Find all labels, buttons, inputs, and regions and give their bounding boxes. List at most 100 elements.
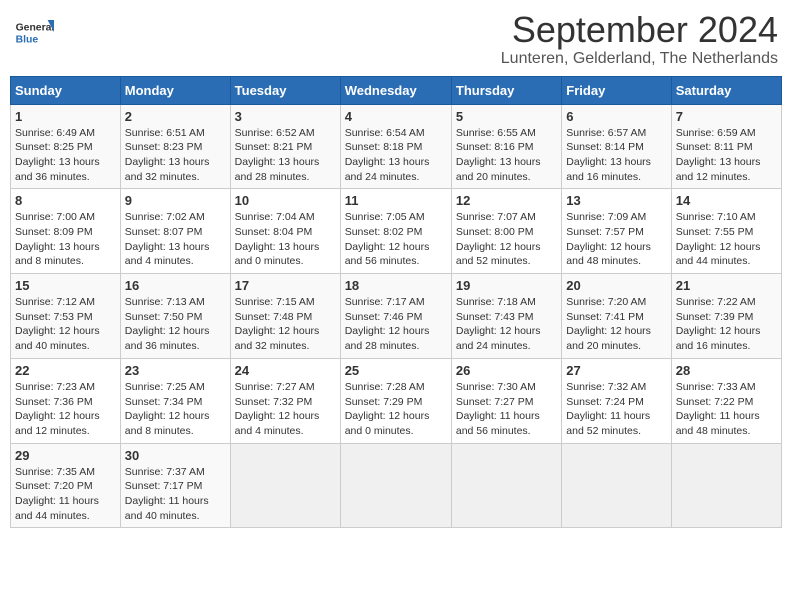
- table-row: 28Sunrise: 7:33 AM Sunset: 7:22 PM Dayli…: [671, 358, 781, 443]
- table-row: 27 Sunrise: 7:32 AM Sunset: 7:24 PM Dayli…: [562, 358, 671, 443]
- day-info: Sunrise: 7:10 AM Sunset: 7:55 PM Dayligh…: [676, 210, 777, 269]
- table-row: 25Sunrise: 7:28 AM Sunset: 7:29 PM Dayli…: [340, 358, 451, 443]
- day-info: Sunrise: 7:02 AM Sunset: 8:07 PM Dayligh…: [125, 210, 226, 269]
- calendar-table: SundayMondayTuesdayWednesdayThursdayFrid…: [10, 76, 782, 529]
- day-info: Sunrise: 7:35 AM Sunset: 7:20 PM Dayligh…: [15, 465, 116, 524]
- day-info: Sunrise: 6:54 AM Sunset: 8:18 PM Dayligh…: [345, 126, 447, 185]
- page-header: General Blue September 2024 Lunteren, Ge…: [10, 10, 782, 68]
- col-header-sunday: Sunday: [11, 76, 121, 104]
- day-number: 21: [676, 278, 777, 293]
- day-number: 13: [566, 193, 666, 208]
- table-row: 29 Sunrise: 7:35 AM Sunset: 7:20 PM Dayli…: [11, 443, 121, 528]
- day-number: 30: [125, 448, 226, 463]
- day-number: 27: [566, 363, 666, 378]
- table-row: [451, 443, 561, 528]
- day-number: 14: [676, 193, 777, 208]
- table-row: [340, 443, 451, 528]
- day-number: 19: [456, 278, 557, 293]
- day-info: Sunrise: 7:15 AM Sunset: 7:48 PM Dayligh…: [235, 295, 336, 354]
- table-row: 20 Sunrise: 7:20 AM Sunset: 7:41 PM Dayli…: [562, 274, 671, 359]
- day-number: 7: [676, 109, 777, 124]
- day-info: Sunrise: 7:07 AM Sunset: 8:00 PM Dayligh…: [456, 210, 557, 269]
- day-info: Sunrise: 7:13 AM Sunset: 7:50 PM Dayligh…: [125, 295, 226, 354]
- table-row: 9 Sunrise: 7:02 AM Sunset: 8:07 PM Daylig…: [120, 189, 230, 274]
- month-title: September 2024: [501, 10, 778, 50]
- day-number: 20: [566, 278, 666, 293]
- table-row: 18Sunrise: 7:17 AM Sunset: 7:46 PM Dayli…: [340, 274, 451, 359]
- day-info: Sunrise: 6:55 AM Sunset: 8:16 PM Dayligh…: [456, 126, 557, 185]
- table-row: 21 Sunrise: 7:22 AM Sunset: 7:39 PM Dayli…: [671, 274, 781, 359]
- table-row: 22 Sunrise: 7:23 AM Sunset: 7:36 PM Dayli…: [11, 358, 121, 443]
- day-info: Sunrise: 7:22 AM Sunset: 7:39 PM Dayligh…: [676, 295, 777, 354]
- col-header-tuesday: Tuesday: [230, 76, 340, 104]
- day-info: Sunrise: 7:27 AM Sunset: 7:32 PM Dayligh…: [235, 380, 336, 439]
- table-row: [230, 443, 340, 528]
- svg-text:Blue: Blue: [16, 34, 39, 45]
- col-header-friday: Friday: [562, 76, 671, 104]
- table-row: 6 Sunrise: 6:57 AM Sunset: 8:14 PM Daylig…: [562, 104, 671, 189]
- day-info: Sunrise: 6:52 AM Sunset: 8:21 PM Dayligh…: [235, 126, 336, 185]
- table-row: 12Sunrise: 7:07 AM Sunset: 8:00 PM Dayli…: [451, 189, 561, 274]
- day-info: Sunrise: 6:59 AM Sunset: 8:11 PM Dayligh…: [676, 126, 777, 185]
- day-number: 25: [345, 363, 447, 378]
- day-info: Sunrise: 7:12 AM Sunset: 7:53 PM Dayligh…: [15, 295, 116, 354]
- logo: General Blue: [14, 16, 54, 48]
- day-info: Sunrise: 7:05 AM Sunset: 8:02 PM Dayligh…: [345, 210, 447, 269]
- day-number: 3: [235, 109, 336, 124]
- day-info: Sunrise: 7:32 AM Sunset: 7:24 PM Dayligh…: [566, 380, 666, 439]
- day-info: Sunrise: 7:00 AM Sunset: 8:09 PM Dayligh…: [15, 210, 116, 269]
- day-info: Sunrise: 6:51 AM Sunset: 8:23 PM Dayligh…: [125, 126, 226, 185]
- day-number: 10: [235, 193, 336, 208]
- col-header-wednesday: Wednesday: [340, 76, 451, 104]
- location-title: Lunteren, Gelderland, The Netherlands: [501, 50, 778, 68]
- day-number: 22: [15, 363, 116, 378]
- col-header-thursday: Thursday: [451, 76, 561, 104]
- table-row: 3 Sunrise: 6:52 AM Sunset: 8:21 PM Daylig…: [230, 104, 340, 189]
- day-number: 15: [15, 278, 116, 293]
- table-row: 24 Sunrise: 7:27 AM Sunset: 7:32 PM Dayli…: [230, 358, 340, 443]
- day-number: 8: [15, 193, 116, 208]
- table-row: 5 Sunrise: 6:55 AM Sunset: 8:16 PM Daylig…: [451, 104, 561, 189]
- table-row: 11Sunrise: 7:05 AM Sunset: 8:02 PM Dayli…: [340, 189, 451, 274]
- day-info: Sunrise: 7:23 AM Sunset: 7:36 PM Dayligh…: [15, 380, 116, 439]
- day-info: Sunrise: 7:04 AM Sunset: 8:04 PM Dayligh…: [235, 210, 336, 269]
- day-number: 2: [125, 109, 226, 124]
- table-row: 8 Sunrise: 7:00 AM Sunset: 8:09 PM Daylig…: [11, 189, 121, 274]
- day-info: Sunrise: 7:30 AM Sunset: 7:27 PM Dayligh…: [456, 380, 557, 439]
- day-number: 24: [235, 363, 336, 378]
- day-number: 1: [15, 109, 116, 124]
- table-row: 30 Sunrise: 7:37 AM Sunset: 7:17 PM Dayli…: [120, 443, 230, 528]
- day-number: 26: [456, 363, 557, 378]
- day-info: Sunrise: 7:18 AM Sunset: 7:43 PM Dayligh…: [456, 295, 557, 354]
- table-row: 1 Sunrise: 6:49 AM Sunset: 8:25 PM Daylig…: [11, 104, 121, 189]
- table-row: 4 Sunrise: 6:54 AM Sunset: 8:18 PM Daylig…: [340, 104, 451, 189]
- day-info: Sunrise: 6:57 AM Sunset: 8:14 PM Dayligh…: [566, 126, 666, 185]
- day-info: Sunrise: 7:33 AM Sunset: 7:22 PM Dayligh…: [676, 380, 777, 439]
- day-number: 17: [235, 278, 336, 293]
- table-row: [671, 443, 781, 528]
- day-info: Sunrise: 6:49 AM Sunset: 8:25 PM Dayligh…: [15, 126, 116, 185]
- day-info: Sunrise: 7:17 AM Sunset: 7:46 PM Dayligh…: [345, 295, 447, 354]
- table-row: [562, 443, 671, 528]
- day-info: Sunrise: 7:20 AM Sunset: 7:41 PM Dayligh…: [566, 295, 666, 354]
- table-row: 14 Sunrise: 7:10 AM Sunset: 7:55 PM Dayli…: [671, 189, 781, 274]
- table-row: 17 Sunrise: 7:15 AM Sunset: 7:48 PM Dayli…: [230, 274, 340, 359]
- day-number: 6: [566, 109, 666, 124]
- table-row: 2 Sunrise: 6:51 AM Sunset: 8:23 PM Daylig…: [120, 104, 230, 189]
- col-header-saturday: Saturday: [671, 76, 781, 104]
- table-row: 10 Sunrise: 7:04 AM Sunset: 8:04 PM Dayli…: [230, 189, 340, 274]
- day-number: 4: [345, 109, 447, 124]
- day-number: 5: [456, 109, 557, 124]
- day-info: Sunrise: 7:37 AM Sunset: 7:17 PM Dayligh…: [125, 465, 226, 524]
- day-number: 29: [15, 448, 116, 463]
- day-number: 9: [125, 193, 226, 208]
- svg-text:General: General: [16, 22, 54, 33]
- table-row: 26 Sunrise: 7:30 AM Sunset: 7:27 PM Dayli…: [451, 358, 561, 443]
- day-number: 23: [125, 363, 226, 378]
- col-header-monday: Monday: [120, 76, 230, 104]
- day-info: Sunrise: 7:09 AM Sunset: 7:57 PM Dayligh…: [566, 210, 666, 269]
- table-row: 19 Sunrise: 7:18 AM Sunset: 7:43 PM Dayli…: [451, 274, 561, 359]
- table-row: 7 Sunrise: 6:59 AM Sunset: 8:11 PM Daylig…: [671, 104, 781, 189]
- table-row: 16Sunrise: 7:13 AM Sunset: 7:50 PM Dayli…: [120, 274, 230, 359]
- table-row: 13 Sunrise: 7:09 AM Sunset: 7:57 PM Dayli…: [562, 189, 671, 274]
